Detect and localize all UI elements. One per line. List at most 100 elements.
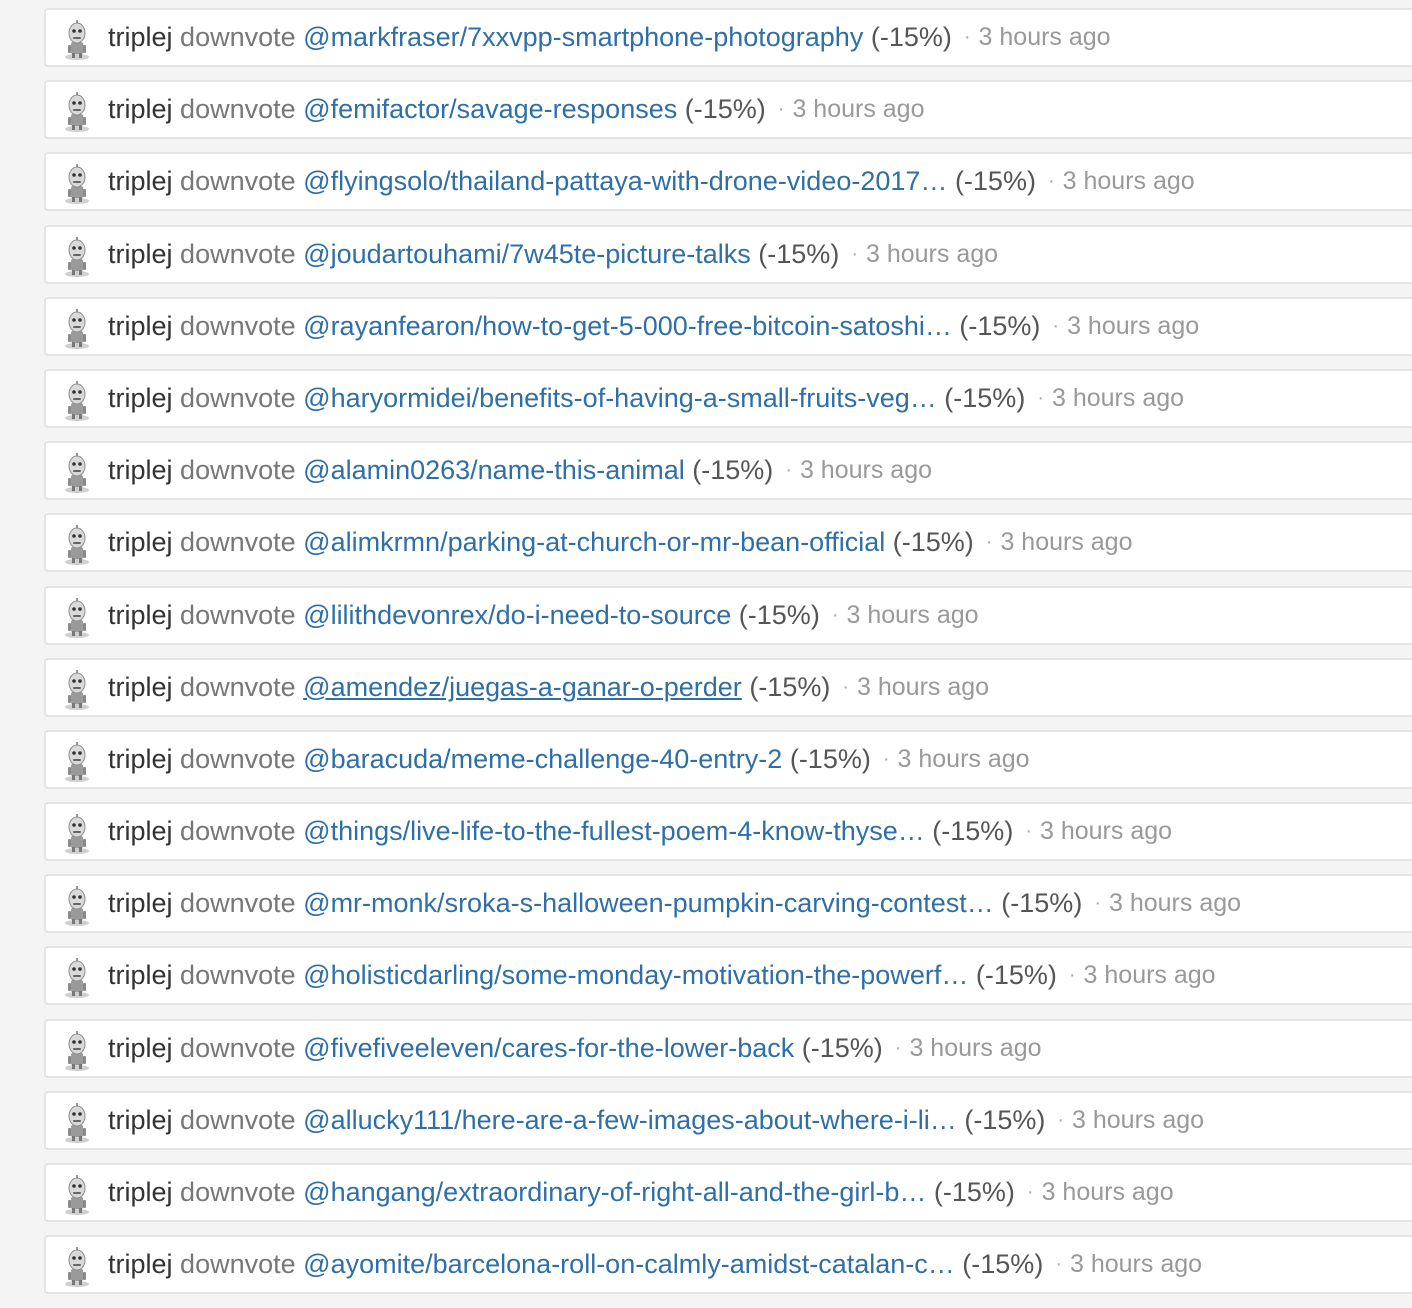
timestamp[interactable]: 3 hours ago: [857, 673, 989, 702]
robot-avatar-icon[interactable]: [60, 814, 94, 855]
timestamp[interactable]: 3 hours ago: [1109, 889, 1241, 918]
vote-percent: (-15%): [1001, 888, 1083, 919]
username-link[interactable]: triplej: [108, 744, 173, 775]
vote-percent: (-15%): [959, 310, 1041, 341]
action-label: downvote: [180, 527, 296, 558]
username-link[interactable]: triplej: [108, 94, 173, 125]
timestamp[interactable]: 3 hours ago: [1000, 528, 1132, 557]
username-link[interactable]: triplej: [108, 239, 173, 270]
timestamp[interactable]: 3 hours ago: [866, 240, 998, 269]
timestamp[interactable]: 3 hours ago: [1070, 1250, 1202, 1279]
post-permlink[interactable]: @amendez/juegas-a-ganar-o-perder: [303, 672, 742, 703]
username-link[interactable]: triplej: [108, 527, 173, 558]
username-link[interactable]: triplej: [108, 1177, 173, 1208]
timestamp[interactable]: 3 hours ago: [909, 1034, 1041, 1063]
robot-avatar-icon[interactable]: [60, 525, 94, 566]
separator-dot: ·: [1026, 1181, 1034, 1203]
robot-avatar-icon[interactable]: [60, 453, 94, 494]
action-label: downvote: [180, 238, 296, 269]
post-permlink[interactable]: @markfraser/7xxvpp-smartphone-photograph…: [303, 22, 863, 53]
activity-text: triplej downvote @ayomite/barcelona-roll…: [108, 1237, 1202, 1292]
robot-avatar-icon[interactable]: [60, 380, 94, 421]
timestamp[interactable]: 3 hours ago: [1052, 384, 1184, 413]
activity-row: triplej downvote @baracuda/meme-challeng…: [44, 729, 1412, 789]
robot-avatar-icon[interactable]: [60, 958, 94, 999]
username-link[interactable]: triplej: [108, 600, 173, 631]
username-link[interactable]: triplej: [108, 888, 173, 919]
robot-avatar-icon[interactable]: [60, 20, 94, 60]
timestamp[interactable]: 3 hours ago: [898, 745, 1030, 774]
username-link[interactable]: triplej: [108, 311, 173, 342]
action-label: downvote: [180, 888, 296, 919]
action-label: downvote: [180, 22, 296, 52]
robot-avatar-icon[interactable]: [60, 236, 94, 277]
username-link[interactable]: triplej: [108, 1249, 173, 1280]
username-link[interactable]: triplej: [108, 383, 173, 414]
username-link[interactable]: triplej: [108, 960, 173, 991]
activity-text: triplej downvote @mr-monk/sroka-s-hallow…: [108, 876, 1241, 931]
vote-percent: (-15%): [975, 960, 1057, 991]
activity-row: triplej downvote @alimkrmn/parking-at-ch…: [44, 513, 1412, 573]
activity-text: triplej downvote @lilithdevonrex/do-i-ne…: [108, 588, 979, 643]
post-permlink[interactable]: @haryormidei/benefits-of-having-a-small-…: [303, 383, 937, 414]
post-permlink[interactable]: @holisticdarling/some-monday-motivation-…: [303, 960, 968, 991]
post-permlink[interactable]: @allucky111/here-are-a-few-images-about-…: [303, 1105, 957, 1136]
timestamp[interactable]: 3 hours ago: [800, 456, 932, 485]
robot-avatar-icon[interactable]: [60, 1247, 94, 1288]
username-link[interactable]: triplej: [108, 455, 173, 486]
robot-avatar-icon[interactable]: [60, 1030, 94, 1071]
separator-dot: ·: [785, 459, 792, 482]
vote-percent: (-15%): [933, 1177, 1015, 1207]
post-permlink[interactable]: @things/live-life-to-the-fullest-poem-4-…: [303, 816, 925, 847]
username-link[interactable]: triplej: [108, 672, 173, 703]
robot-avatar-icon[interactable]: [60, 1102, 94, 1143]
vote-percent: (-15%): [692, 455, 774, 486]
vote-percent: (-15%): [684, 94, 766, 125]
username-link[interactable]: triplej: [108, 22, 173, 53]
timestamp[interactable]: 3 hours ago: [1040, 817, 1172, 846]
username-link[interactable]: triplej: [108, 1105, 173, 1136]
vote-percent: (-15%): [870, 22, 952, 52]
activity-text: triplej downvote @amendez/juegas-a-ganar…: [108, 660, 989, 715]
post-permlink[interactable]: @fivefiveeleven/cares-for-the-lower-back: [303, 1033, 794, 1064]
robot-avatar-icon[interactable]: [60, 164, 94, 205]
robot-avatar-icon[interactable]: [60, 741, 94, 782]
activity-text: triplej downvote @haryormidei/benefits-o…: [108, 371, 1184, 426]
post-permlink[interactable]: @alimkrmn/parking-at-church-or-mr-bean-o…: [303, 527, 885, 558]
post-permlink[interactable]: @alamin0263/name-this-animal: [303, 455, 685, 486]
username-link[interactable]: triplej: [108, 166, 173, 197]
post-permlink[interactable]: @hangang/extraordinary-of-right-all-and-…: [303, 1177, 926, 1208]
username-link[interactable]: triplej: [108, 1033, 173, 1064]
activity-row: triplej downvote @holisticdarling/some-m…: [44, 946, 1412, 1006]
action-label: downvote: [180, 1032, 296, 1063]
timestamp[interactable]: 3 hours ago: [1063, 167, 1195, 196]
post-permlink[interactable]: @lilithdevonrex/do-i-need-to-source: [303, 600, 731, 631]
username-link[interactable]: triplej: [108, 816, 173, 847]
robot-avatar-icon[interactable]: [60, 669, 94, 710]
activity-text: triplej downvote @fivefiveeleven/cares-f…: [108, 1021, 1042, 1076]
post-permlink[interactable]: @femifactor/savage-responses: [303, 94, 677, 125]
timestamp[interactable]: 3 hours ago: [1042, 1178, 1174, 1207]
timestamp[interactable]: 3 hours ago: [979, 23, 1111, 52]
post-permlink[interactable]: @ayomite/barcelona-roll-on-calmly-amidst…: [303, 1249, 955, 1280]
post-permlink[interactable]: @flyingsolo/thailand-pattaya-with-drone-…: [303, 166, 947, 197]
separator-dot: ·: [851, 242, 858, 265]
timestamp[interactable]: 3 hours ago: [1084, 961, 1216, 990]
vote-percent: (-15%): [944, 382, 1026, 413]
robot-avatar-icon[interactable]: [60, 308, 94, 349]
robot-avatar-icon[interactable]: [60, 92, 94, 133]
timestamp[interactable]: 3 hours ago: [1072, 1106, 1204, 1135]
robot-avatar-icon[interactable]: [60, 1175, 94, 1215]
post-permlink[interactable]: @joudartouhami/7w45te-picture-talks: [303, 239, 751, 270]
robot-avatar-icon[interactable]: [60, 886, 94, 927]
timestamp[interactable]: 3 hours ago: [1067, 312, 1199, 341]
post-permlink[interactable]: @baracuda/meme-challenge-40-entry-2: [303, 744, 782, 775]
timestamp[interactable]: 3 hours ago: [846, 601, 978, 630]
robot-avatar-icon[interactable]: [60, 597, 94, 638]
post-permlink[interactable]: @mr-monk/sroka-s-halloween-pumpkin-carvi…: [303, 888, 994, 919]
timestamp[interactable]: 3 hours ago: [792, 95, 924, 124]
post-permlink[interactable]: @rayanfearon/how-to-get-5-000-free-bitco…: [303, 311, 952, 342]
separator-dot: ·: [894, 1036, 902, 1059]
activity-text: triplej downvote @things/live-life-to-th…: [108, 804, 1172, 859]
vote-percent: (-15%): [749, 671, 831, 702]
